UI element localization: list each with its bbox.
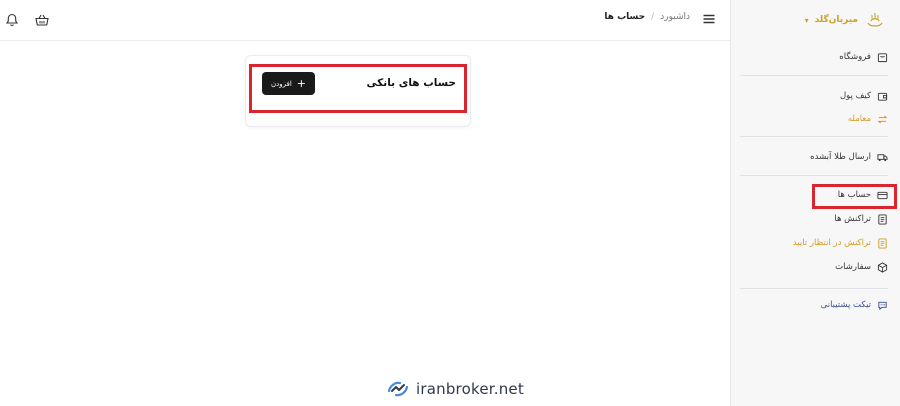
document-icon: [878, 213, 887, 225]
sidebar-divider: [740, 175, 888, 176]
watermark: iranbroker.net: [386, 378, 524, 400]
watermark-text: iranbroker.net: [416, 380, 524, 398]
chevron-down-icon: ▾: [804, 15, 809, 25]
sidebar-item-wallet[interactable]: کیف پول: [840, 88, 888, 104]
store-icon: [877, 52, 888, 62]
breadcrumb-accounts: حساب ها: [604, 12, 646, 22]
sidebar-item-label: ارسال طلا آبشده: [810, 152, 871, 162]
sidebar-item-trade[interactable]: معامله: [848, 111, 888, 127]
sidebar-highlight-frame: [812, 184, 897, 209]
sidebar-item-label: تیکت پشتیبانی: [820, 300, 871, 310]
sidebar-item-send-gold[interactable]: ارسال طلا آبشده: [810, 149, 888, 165]
brand[interactable]: میربان‌گلد ▾: [805, 8, 886, 32]
card-highlight-frame: [249, 64, 467, 113]
brand-logo-icon: [867, 12, 883, 27]
menu-icon[interactable]: [702, 12, 716, 26]
pending-document-icon: [878, 237, 887, 249]
sidebar-item-label: کیف پول: [839, 91, 871, 101]
sidebar-item-orders[interactable]: سفارشات: [835, 259, 888, 275]
wallet-icon: [877, 92, 888, 101]
sidebar-item-transactions[interactable]: تراکنش ها: [834, 211, 888, 227]
top-bar: داشبورد / حساب ها: [0, 0, 730, 41]
sidebar-item-label: فروشگاه: [839, 52, 871, 62]
brand-name: میربان‌گلد: [814, 15, 858, 25]
truck-icon: [877, 153, 888, 161]
support-icon: [878, 301, 887, 310]
sidebar-item-label: سفارشات: [835, 262, 871, 272]
sidebar-divider: [740, 136, 888, 137]
sidebar-divider: [740, 288, 888, 289]
sidebar-item-store[interactable]: فروشگاه: [839, 49, 888, 65]
watermark-logo-icon: [387, 381, 409, 397]
sidebar-item-support-ticket[interactable]: تیکت پشتیبانی: [821, 297, 888, 313]
sidebar-item-label: معامله: [847, 114, 871, 124]
breadcrumb: داشبورد / حساب ها: [604, 12, 690, 22]
breadcrumb-dashboard[interactable]: داشبورد: [660, 12, 690, 22]
sidebar-divider: [740, 75, 888, 76]
exchange-icon: [877, 114, 888, 124]
bell-icon[interactable]: [4, 12, 20, 28]
breadcrumb-separator: /: [651, 12, 655, 22]
box-icon: [877, 261, 888, 273]
sidebar-item-label: تراکنش ها: [834, 214, 871, 224]
basket-icon[interactable]: [34, 12, 50, 28]
sidebar-item-pending-transactions[interactable]: تراکنش در انتظار تایید: [793, 235, 888, 251]
sidebar-item-label: تراکنش در انتظار تایید: [792, 238, 871, 248]
